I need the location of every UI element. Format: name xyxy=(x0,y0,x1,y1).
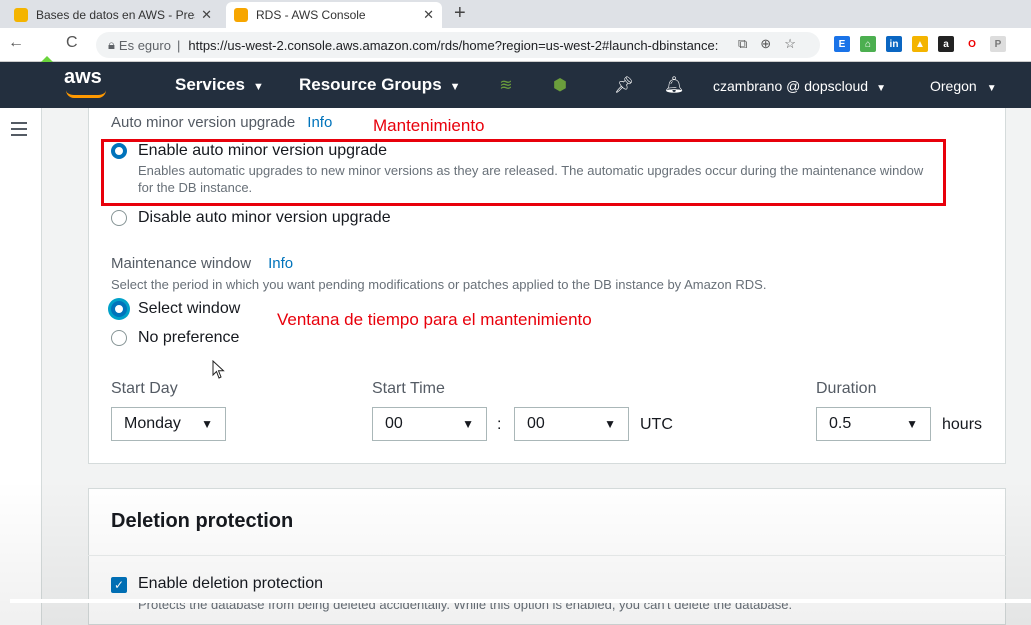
close-tab-icon[interactable]: ✕ xyxy=(423,7,434,23)
bell-icon[interactable]: 🔔︎ xyxy=(664,74,684,96)
annotation-highlight-box xyxy=(101,139,946,206)
linkedin-icon[interactable]: in xyxy=(886,36,902,52)
start-hour-select[interactable]: 00 ▼ xyxy=(372,407,487,441)
info-link[interactable]: Info xyxy=(268,255,293,272)
chevron-down-icon: ▼ xyxy=(252,81,264,93)
close-tab-icon[interactable]: ✕ xyxy=(201,7,212,23)
chevron-down-icon: ▼ xyxy=(906,417,918,431)
extension-icon[interactable]: E xyxy=(834,36,850,52)
no-preference-radio[interactable] xyxy=(111,330,127,346)
annotation-maintenance: Mantenimiento xyxy=(373,116,485,135)
tab-label: RDS - AWS Console xyxy=(256,8,366,22)
duration-label: Duration xyxy=(816,380,877,397)
service-shortcut-icon[interactable]: ≋ xyxy=(496,74,516,96)
aws-smile-icon xyxy=(66,90,106,98)
disable-auto-minor-radio[interactable] xyxy=(111,210,127,226)
annotation-window: Ventana de tiempo para el mantenimiento xyxy=(277,310,592,329)
opera-icon[interactable]: O xyxy=(964,36,980,52)
select-window-label: Select window xyxy=(138,300,241,317)
select-window-radio[interactable] xyxy=(111,301,127,317)
account-menu[interactable]: czambrano @ dopscloud ▼ xyxy=(713,78,886,94)
new-tab-button[interactable]: + xyxy=(454,2,466,25)
sidebar xyxy=(0,108,42,625)
aws-logo[interactable]: aws xyxy=(64,66,102,89)
pdf-icon[interactable]: P xyxy=(990,36,1006,52)
chevron-down-icon: ▼ xyxy=(462,417,474,431)
lock-icon: 🔒︎ xyxy=(108,37,115,52)
address-bar: ← C 🔒︎ Es eguro | https://us-west-2.cons… xyxy=(0,28,1031,90)
chevron-down-icon: ▼ xyxy=(604,417,616,431)
deletion-protection-checkbox[interactable]: ✓ xyxy=(111,577,127,593)
start-time-label: Start Time xyxy=(372,380,445,397)
aws-favicon-icon xyxy=(234,8,248,22)
disable-auto-minor-label: Disable auto minor version upgrade xyxy=(138,209,391,226)
url-text: https://us-west-2.console.aws.amazon.com… xyxy=(188,37,719,53)
slides-favicon-icon xyxy=(14,8,28,22)
tab-rds-console[interactable]: RDS - AWS Console ✕ xyxy=(226,2,442,28)
chevron-down-icon: ▼ xyxy=(201,417,213,431)
browser-tab-strip: Bases de datos en AWS - Present ✕ RDS - … xyxy=(0,0,1031,28)
start-minute-select[interactable]: 00 ▼ xyxy=(514,407,629,441)
region-menu[interactable]: Oregon ▼ xyxy=(930,78,997,94)
zoom-icon[interactable]: ⊕ xyxy=(760,36,771,52)
divider xyxy=(88,555,1006,556)
services-menu[interactable]: Services ▼ xyxy=(175,75,264,95)
resource-groups-menu[interactable]: Resource Groups ▼ xyxy=(299,75,461,95)
pin-icon[interactable]: 📌︎ xyxy=(614,74,634,96)
extension-icon[interactable]: a xyxy=(938,36,954,52)
extension-icon[interactable]: ⌂ xyxy=(860,36,876,52)
security-text: Es eguro xyxy=(118,37,171,53)
aws-top-nav: aws Services ▼ Resource Groups ▼ ≋ ⬢ 📌︎ 🔔︎… xyxy=(0,62,1031,108)
maintenance-window-desc: Select the period in which you want pend… xyxy=(111,277,767,292)
utc-label: UTC xyxy=(640,416,673,433)
reload-icon[interactable]: C xyxy=(66,34,78,52)
chevron-down-icon: ▼ xyxy=(449,81,461,93)
start-day-select[interactable]: Monday ▼ xyxy=(111,407,226,441)
auto-minor-label: Auto minor version upgrade Info xyxy=(111,114,333,131)
extension-icon[interactable]: ▲ xyxy=(912,36,928,52)
deletion-protection-title: Deletion protection xyxy=(111,510,294,532)
bookmark-star-icon[interactable]: ☆ xyxy=(784,36,796,52)
mouse-cursor-icon xyxy=(212,360,225,379)
menu-icon[interactable] xyxy=(11,122,27,140)
service-shortcut-icon[interactable]: ⬢ xyxy=(550,74,570,96)
translate-icon[interactable]: ⧉ xyxy=(738,36,747,52)
time-colon: : xyxy=(497,416,502,433)
hours-label: hours xyxy=(942,416,983,433)
tab-slides[interactable]: Bases de datos en AWS - Present ✕ xyxy=(6,2,220,28)
tab-label: Bases de datos en AWS - Present xyxy=(36,8,195,22)
no-preference-label: No preference xyxy=(138,329,240,346)
back-arrow-icon[interactable]: ← xyxy=(8,34,24,52)
duration-select[interactable]: 0.5 ▼ xyxy=(816,407,931,441)
info-link[interactable]: Info xyxy=(307,114,332,131)
start-day-label: Start Day xyxy=(111,380,178,397)
url-input[interactable]: 🔒︎ Es eguro | https://us-west-2.console.… xyxy=(96,32,820,58)
maintenance-window-label: Maintenance window Info xyxy=(111,255,294,272)
video-progress-line xyxy=(10,599,1031,603)
deletion-protection-label: Enable deletion protection xyxy=(138,575,324,592)
